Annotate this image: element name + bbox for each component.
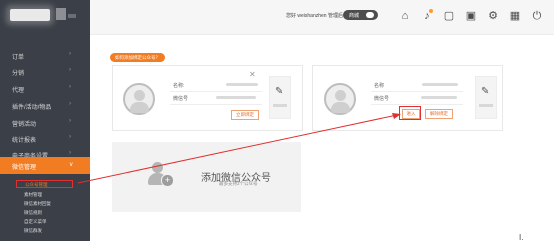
sidebar-subitem-account-management[interactable]: 公众号管理 xyxy=(16,180,73,188)
account-card-unbound: ✕ 名称: 微信号 立即绑定 ✎ xyxy=(112,65,303,131)
notification-dot xyxy=(429,9,433,13)
edit-card-button[interactable]: ✎ xyxy=(475,76,497,119)
account-info: 您好 weishanzhen 管理后台 xyxy=(286,13,348,19)
sidebar-item-label: 微信管理 xyxy=(12,165,37,171)
bind-now-button[interactable]: 立即绑定 xyxy=(231,110,259,120)
wechat-id-value xyxy=(216,96,256,99)
wechat-id-value xyxy=(421,96,457,99)
home-icon[interactable]: ⌂ xyxy=(398,9,412,23)
add-account-subtitle: 最多支持2个公众号 xyxy=(219,181,258,186)
store-toggle[interactable]: 商城 xyxy=(343,10,378,20)
sidebar-item-reports[interactable]: 统计报表 › xyxy=(0,130,90,146)
chevron-right-icon: › xyxy=(69,84,71,90)
chevron-right-icon: › xyxy=(69,118,71,124)
settings-icon[interactable]: ⚙ xyxy=(486,9,500,23)
edit-icon: ✎ xyxy=(275,86,284,97)
sidebar-subitem-label: 公众号管理 xyxy=(25,182,48,187)
sidebar-item-label: 订单 xyxy=(12,55,25,61)
sidebar-item-orders[interactable]: 订单 › xyxy=(0,47,90,63)
close-icon[interactable]: ✕ xyxy=(249,70,256,79)
apps-grid-icon[interactable]: ▦ xyxy=(508,9,522,23)
sidebar-subitem-custom-menu[interactable]: 自定义菜单 xyxy=(24,219,47,225)
top-header: 您好 weishanzhen 管理后台 商城 ⌂ ♪ ▢ ▣ ⚙ ▦ ⏻ xyxy=(90,0,554,35)
sidebar-subitem-rules[interactable]: 微信规则 xyxy=(24,210,42,216)
chevron-right-icon: › xyxy=(69,101,71,107)
sidebar-subitem-materials[interactable]: 素材管理 xyxy=(24,192,42,198)
unbind-button[interactable]: 解除绑定 xyxy=(425,109,453,119)
sidebar-item-label: 分销 xyxy=(12,71,25,77)
chevron-right-icon: › xyxy=(69,150,71,156)
store-toggle-label: 商城 xyxy=(349,13,360,19)
sidebar-item-distribution[interactable]: 分销 › xyxy=(0,63,90,79)
sidebar-item-label: 统计报表 xyxy=(12,138,37,144)
wechat-id-label: 微信号 xyxy=(374,96,390,102)
sidebar-item-marketing[interactable]: 营销活动 › xyxy=(0,114,90,130)
account-name-value xyxy=(226,83,258,86)
add-user-icon: + xyxy=(146,162,174,187)
sidebar-item-label: 插件/活动/物品 xyxy=(12,105,52,111)
logo-mark xyxy=(56,8,66,20)
chevron-right-icon: › xyxy=(69,134,71,140)
edit-icon[interactable]: ▣ xyxy=(464,9,478,23)
sidebar-subitem-mass-send[interactable]: 微信群发 xyxy=(24,228,42,234)
message-icon[interactable]: ▢ xyxy=(442,9,456,23)
chevron-down-icon: ∨ xyxy=(69,162,74,168)
wechat-id-label: 微信号 xyxy=(173,96,189,102)
logo-mark-bar xyxy=(68,14,76,18)
sidebar: 订单 › 分销 › 代理 › 插件/活动/物品 › 营销活动 › 统计报表 › … xyxy=(0,0,90,241)
sidebar-item-label: 营销活动 xyxy=(12,122,37,128)
sidebar-item-label: 代理 xyxy=(12,88,25,94)
sidebar-item-agent[interactable]: 代理 › xyxy=(0,80,90,96)
account-card-bound: 名称 微信号 进入 解除绑定 ✎ xyxy=(312,65,503,131)
chevron-right-icon: › xyxy=(69,51,71,57)
edit-card-button[interactable]: ✎ xyxy=(269,76,291,119)
sidebar-item-wechat-management[interactable]: 微信管理 ∨ xyxy=(0,157,90,174)
bell-icon[interactable]: ♪ xyxy=(420,9,434,23)
sidebar-subitem-material-reply[interactable]: 微信素材回复 xyxy=(24,201,51,207)
account-avatar xyxy=(123,83,155,115)
name-label: 名称 xyxy=(374,83,385,89)
account-avatar xyxy=(324,83,356,115)
how-to-bind-link[interactable]: 如何添加绑定公众号？ xyxy=(110,53,165,62)
power-icon[interactable]: ⏻ xyxy=(530,9,544,23)
name-label: 名称: xyxy=(173,83,185,89)
account-name-value xyxy=(422,83,458,86)
logo xyxy=(10,9,50,21)
toggle-knob xyxy=(366,12,374,18)
edit-icon: ✎ xyxy=(481,86,490,97)
chevron-right-icon: › xyxy=(69,67,71,73)
sidebar-item-plugins[interactable]: 插件/活动/物品 › xyxy=(0,97,90,113)
enter-button-highlight xyxy=(399,106,421,120)
